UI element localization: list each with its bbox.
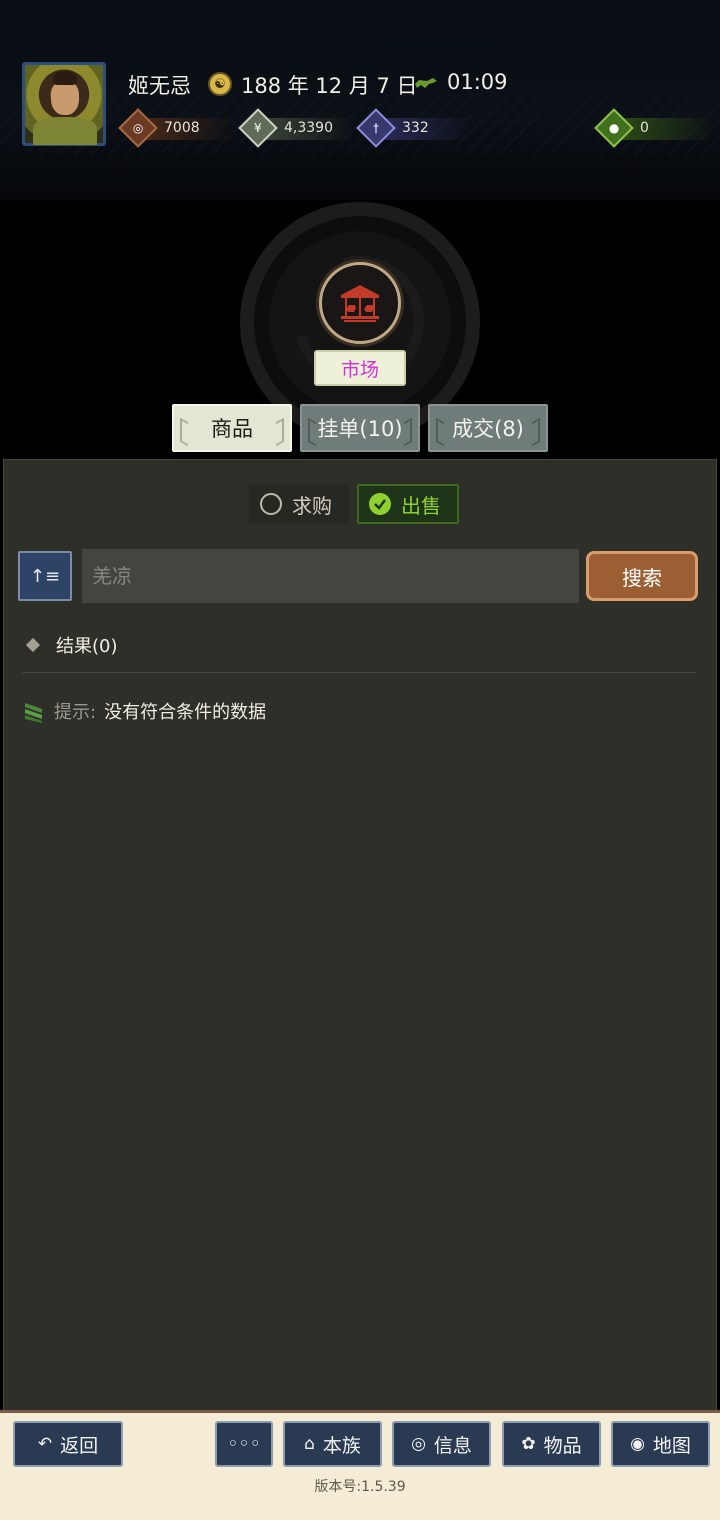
power-resource[interactable]: † 332 xyxy=(356,108,472,148)
avatar-hair xyxy=(53,71,77,85)
hint-text: 没有符合条件的数据 xyxy=(104,702,267,723)
strength-icon: † xyxy=(356,108,396,148)
check-circle-icon xyxy=(369,493,391,515)
results-count: 结果(0) xyxy=(56,636,118,657)
player-name: 姬无忌 xyxy=(128,74,191,98)
chat-bubble-icon: ◎ xyxy=(411,1434,426,1454)
clock-horse-icon xyxy=(415,78,437,88)
clan-house-icon: ⌂ xyxy=(304,1434,315,1454)
back-label: 返回 xyxy=(60,1434,99,1457)
filter-buy-label: 求购 xyxy=(292,493,332,518)
avatar-robe xyxy=(33,117,97,145)
hint-label: 提示: xyxy=(54,702,97,723)
coin-resource[interactable]: ◎ 7008 xyxy=(118,108,234,148)
divider xyxy=(22,672,696,673)
filter-sell-label: 出售 xyxy=(401,493,441,518)
market-carousel-icon xyxy=(319,262,401,344)
power-value: 332 xyxy=(402,120,429,136)
avatar-face xyxy=(51,81,79,115)
market-title: 市场 xyxy=(314,350,406,386)
search-button[interactable]: 搜索 xyxy=(586,551,698,601)
filter-sell-radio[interactable]: 出售 xyxy=(357,484,459,524)
coin-icon: ◎ xyxy=(118,108,158,148)
game-date: 188 年 12 月 7 日 xyxy=(241,74,418,98)
game-time: 01:09 xyxy=(447,70,508,94)
grain-icon: ¥ xyxy=(238,108,278,148)
search-input[interactable] xyxy=(82,549,579,603)
tab-goods[interactable]: 商品 xyxy=(172,404,292,452)
messages-button[interactable]: ◎ 信息 xyxy=(392,1421,491,1467)
food-value: 4,3390 xyxy=(284,120,333,136)
radio-unchecked-icon xyxy=(260,493,282,515)
sort-button[interactable]: ↑≡ xyxy=(18,551,72,601)
carousel-icon xyxy=(341,285,379,322)
player-avatar[interactable] xyxy=(22,62,106,146)
map-button[interactable]: ◉ 地图 xyxy=(611,1421,710,1467)
version-label: 版本号:1.5.39 xyxy=(314,1479,406,1495)
diamond-bullet-icon xyxy=(25,637,41,653)
calendar-icon: ☯ xyxy=(208,72,232,96)
leaf-flag-icon xyxy=(25,703,42,723)
money-bag-icon: ● xyxy=(594,108,634,148)
clan-button[interactable]: ⌂ 本族 xyxy=(283,1421,382,1467)
clan-label: 本族 xyxy=(322,1434,361,1457)
items-button[interactable]: ✿ 物品 xyxy=(502,1421,601,1467)
filter-buy-radio[interactable]: 求购 xyxy=(248,484,350,524)
market-panel xyxy=(3,459,717,1419)
more-button[interactable]: ◦◦◦ xyxy=(215,1421,273,1467)
tab-deals[interactable]: 成交(8) xyxy=(428,404,548,452)
coin-value: 7008 xyxy=(164,120,200,136)
items-icon: ✿ xyxy=(521,1434,536,1454)
tab-orders[interactable]: 挂单(10) xyxy=(300,404,420,452)
food-resource[interactable]: ¥ 4,3390 xyxy=(238,108,354,148)
top-status-bar xyxy=(0,0,720,200)
bag-value: 0 xyxy=(640,120,649,136)
back-button[interactable]: ↶ 返回 xyxy=(13,1421,123,1467)
items-label: 物品 xyxy=(543,1434,582,1457)
hint-row: 提示: 没有符合条件的数据 xyxy=(24,698,266,724)
messages-label: 信息 xyxy=(433,1434,472,1457)
back-arrow-icon: ↶ xyxy=(37,1434,53,1454)
bag-resource[interactable]: ● 0 xyxy=(594,108,714,148)
results-header: 结果(0) xyxy=(25,632,118,658)
map-label: 地图 xyxy=(652,1434,691,1457)
globe-icon: ◉ xyxy=(630,1434,645,1454)
